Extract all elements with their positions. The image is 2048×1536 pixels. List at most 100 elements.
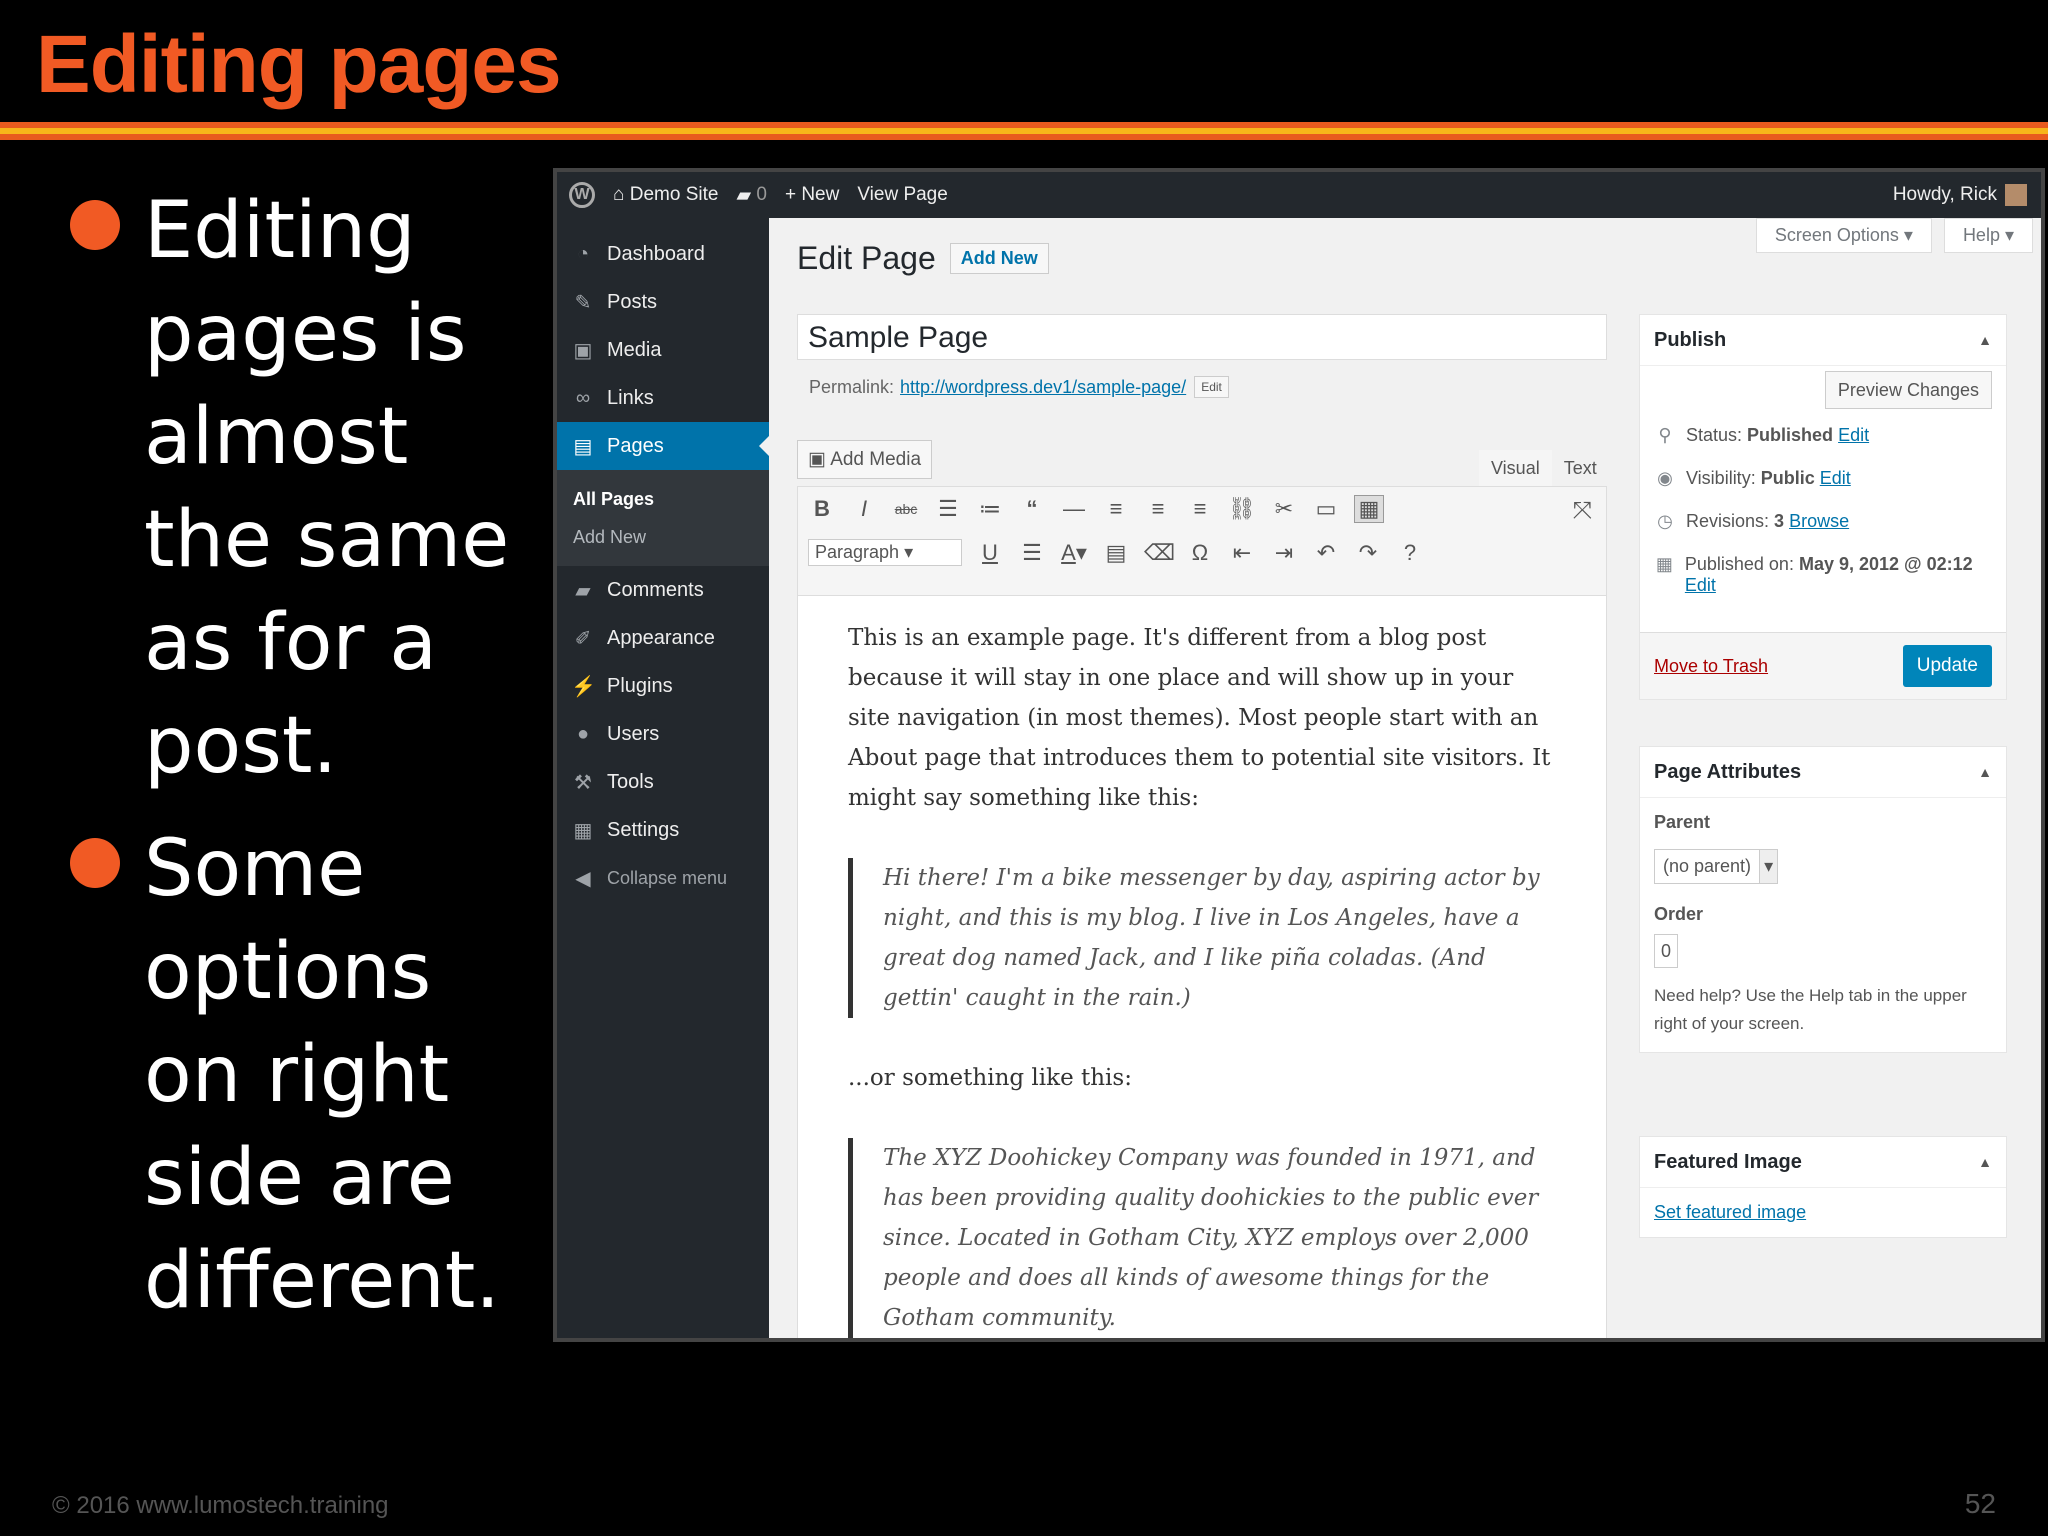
unlink-icon[interactable]: ✂ [1270, 496, 1298, 522]
submenu-all-pages[interactable]: All Pages [573, 480, 769, 518]
collapse-arrow-icon[interactable]: ▲ [1978, 332, 1992, 348]
parent-value: (no parent) [1663, 856, 1752, 876]
sidebar-item-label: Appearance [607, 626, 715, 649]
help-icon[interactable]: ? [1396, 540, 1424, 566]
underline-icon[interactable]: U [976, 540, 1004, 566]
sidebar-item-plugins[interactable]: ⚡ Plugins [557, 662, 769, 710]
status-edit-link[interactable]: Edit [1838, 425, 1869, 446]
sidebar-item-users[interactable]: ● Users [557, 710, 769, 758]
justify-icon[interactable]: ☰ [1018, 540, 1046, 566]
sidebar-item-appearance[interactable]: ✐ Appearance [557, 614, 769, 662]
format-select[interactable]: Paragraph ▾ [808, 539, 962, 566]
fullscreen-icon[interactable]: ⤧ [1573, 497, 1592, 525]
horizontal-line-icon[interactable]: — [1060, 496, 1088, 522]
add-new-button[interactable]: Add New [949, 243, 1049, 274]
submenu-add-new[interactable]: Add New [573, 518, 769, 556]
calendar-icon: ▦ [1655, 554, 1673, 574]
slide-title: Editing pages [36, 19, 562, 110]
move-to-trash-link[interactable]: Move to Trash [1654, 656, 1768, 677]
editor-body[interactable]: This is an example page. It's different … [798, 596, 1606, 1338]
avatar [2005, 184, 2027, 206]
bullet-text: Editing pages is almost the same as for … [144, 186, 510, 791]
special-character-icon[interactable]: Ω [1186, 540, 1214, 566]
copyright: © 2016 www.lumostech.training [52, 1492, 389, 1519]
sidebar-item-dashboard[interactable]: ◔ Dashboard [557, 230, 769, 278]
sidebar-item-links[interactable]: ∞ Links [557, 374, 769, 422]
permalink-label: Permalink: [809, 376, 895, 397]
account-menu[interactable]: Howdy, Rick [1893, 184, 2027, 206]
new-link[interactable]: + New [785, 184, 839, 206]
pin-icon: ⚲ [1658, 425, 1672, 445]
outdent-icon[interactable]: ⇤ [1228, 540, 1256, 566]
view-page-link[interactable]: View Page [857, 184, 948, 206]
tab-visual[interactable]: Visual [1479, 450, 1552, 487]
italic-icon[interactable]: I [850, 496, 878, 522]
page-title: Edit Page [797, 240, 936, 276]
media-icon: ▣ [573, 339, 593, 362]
insert-link-icon[interactable]: ⛓ [1228, 496, 1256, 522]
sidebar-item-label: Plugins [607, 674, 673, 697]
tab-text[interactable]: Text [1552, 450, 1609, 487]
parent-select[interactable]: (no parent) ▾ [1654, 849, 1779, 884]
content-editor[interactable]: B I abc ☰ ≔ “ — ≡ ≡ ≡ ⛓ ✂ ▭ ▦ Paragraph … [797, 486, 1607, 1338]
numbered-list-icon[interactable]: ≔ [976, 496, 1004, 522]
sidebar-item-label: Tools [607, 770, 654, 793]
browse-link[interactable]: Browse [1789, 511, 1849, 532]
bullet-list-icon[interactable]: ☰ [934, 496, 962, 522]
strikethrough-icon[interactable]: abc [892, 501, 920, 517]
sidebar-item-pages[interactable]: ▤ Pages [557, 422, 769, 470]
bullet-dot [70, 838, 120, 888]
collapse-arrow-icon[interactable]: ▲ [1978, 1154, 1992, 1170]
sidebar-item-media[interactable]: ▣ Media [557, 326, 769, 374]
status-value: Published [1747, 425, 1834, 445]
site-link[interactable]: ⌂ Demo Site [613, 184, 718, 206]
sidebar-item-label: Settings [607, 818, 680, 841]
blockquote-icon[interactable]: “ [1018, 496, 1046, 522]
sidebar-item-posts[interactable]: ✎ Posts [557, 278, 769, 326]
collapse-menu-button[interactable]: ◀ Collapse menu [557, 854, 769, 902]
redo-icon[interactable]: ↷ [1354, 540, 1382, 566]
page-attributes-box: Page Attributes ▲ Parent (no parent) ▾ Ord… [1639, 746, 2007, 1053]
clear-formatting-icon[interactable]: ⌫ [1144, 540, 1175, 566]
read-more-icon[interactable]: ▭ [1312, 496, 1340, 522]
help-text: Need help? Use the Help tab in the upper… [1654, 986, 1967, 1033]
page-icon: ▤ [573, 435, 593, 458]
collapse-arrow-icon[interactable]: ▲ [1978, 764, 1992, 780]
featured-image-title: Featured Image [1654, 1150, 1802, 1173]
align-right-icon[interactable]: ≡ [1186, 496, 1214, 522]
bullet-dot [70, 200, 120, 250]
title-input[interactable]: Sample Page [797, 314, 1607, 360]
paste-text-icon[interactable]: ▤ [1102, 540, 1130, 566]
add-media-button[interactable]: ▣ Add Media [797, 440, 933, 479]
page-number: 52 [1964, 1488, 1996, 1519]
align-left-icon[interactable]: ≡ [1102, 496, 1130, 522]
editor-toolbar: B I abc ☰ ≔ “ — ≡ ≡ ≡ ⛓ ✂ ▭ ▦ Paragraph … [798, 487, 1606, 596]
update-button[interactable]: Update [1902, 645, 1992, 687]
main-content: Screen Options ▾ Help ▾ Edit Page Add Ne… [769, 218, 2041, 1338]
pin-icon: ✎ [574, 291, 592, 314]
bold-icon[interactable]: B [808, 496, 836, 522]
help-button[interactable]: Help ▾ [1943, 218, 2033, 253]
visibility-edit-link[interactable]: Edit [1820, 468, 1851, 489]
set-featured-image-link[interactable]: Set featured image [1654, 1202, 1806, 1222]
revisions-label: Revisions: [1686, 511, 1770, 531]
text-color-icon[interactable]: A▾ [1060, 540, 1088, 566]
published-edit-link[interactable]: Edit [1685, 575, 1716, 595]
publish-title: Publish [1654, 328, 1727, 351]
permalink-url[interactable]: http://wordpress.dev1/sample-page/ [900, 377, 1186, 398]
wordpress-logo-icon[interactable]: W [569, 182, 595, 208]
sidebar-item-settings[interactable]: ▦ Settings [557, 806, 769, 854]
order-input[interactable]: 0 [1654, 934, 1679, 968]
toolbar-toggle-icon[interactable]: ▦ [1354, 495, 1384, 523]
preview-changes-button[interactable]: Preview Changes [1824, 371, 1992, 409]
comments-link[interactable]: ▰ 0 [736, 184, 766, 207]
indent-icon[interactable]: ⇥ [1270, 540, 1298, 566]
parent-label: Parent [1654, 812, 1711, 832]
permalink-edit-button[interactable]: Edit [1194, 376, 1229, 398]
undo-icon[interactable]: ↶ [1312, 540, 1340, 566]
sidebar-item-tools[interactable]: ⚒ Tools [557, 758, 769, 806]
screen-options-button[interactable]: Screen Options ▾ [1755, 218, 1932, 253]
revisions-value: 3 [1774, 511, 1785, 531]
align-center-icon[interactable]: ≡ [1144, 496, 1172, 522]
sidebar-item-comments[interactable]: ▰ Comments [557, 566, 769, 614]
